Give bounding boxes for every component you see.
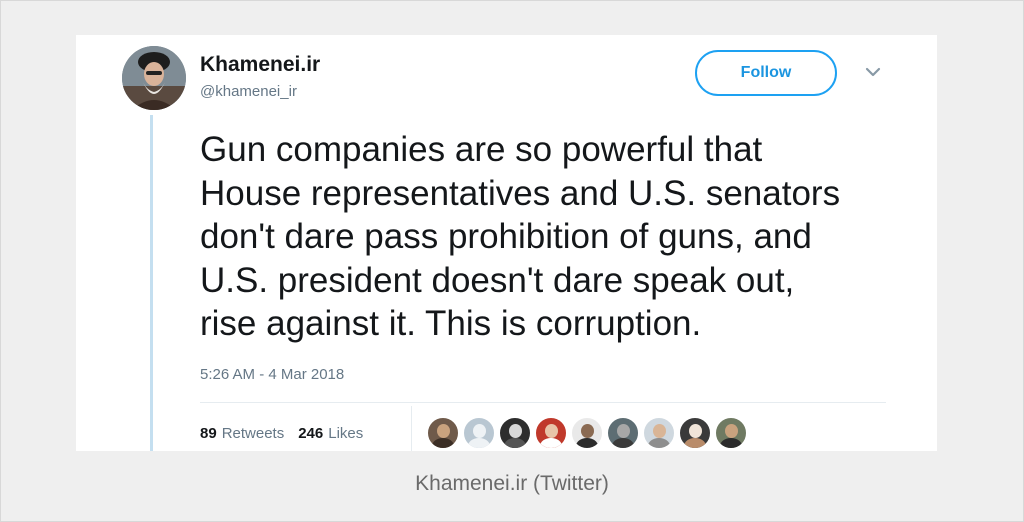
avatar[interactable] bbox=[122, 46, 186, 110]
retweets-count[interactable]: 89 bbox=[200, 425, 217, 442]
liker-face bbox=[617, 424, 630, 438]
thread-line bbox=[150, 115, 153, 451]
liker-body bbox=[504, 438, 526, 448]
liker-body bbox=[720, 438, 742, 448]
likes-label[interactable]: Likes bbox=[328, 425, 363, 442]
divider bbox=[200, 402, 886, 403]
liker-face bbox=[545, 424, 558, 438]
liker-avatar[interactable] bbox=[427, 417, 459, 449]
liker-avatar[interactable] bbox=[643, 417, 675, 449]
tweet-card: Khamenei.ir @khamenei_ir Follow Gun comp… bbox=[76, 35, 937, 451]
stats-separator bbox=[411, 406, 412, 451]
liker-avatar[interactable] bbox=[715, 417, 747, 449]
chevron-down-icon[interactable] bbox=[864, 63, 882, 81]
liker-body bbox=[612, 438, 634, 448]
avatar-portrait-icon bbox=[122, 46, 186, 110]
liker-avatar[interactable] bbox=[535, 417, 567, 449]
follow-button[interactable]: Follow bbox=[695, 50, 837, 96]
liker-body bbox=[648, 438, 670, 448]
author-handle[interactable]: @khamenei_ir bbox=[200, 83, 297, 100]
liker-avatar[interactable] bbox=[607, 417, 639, 449]
liker-avatar[interactable] bbox=[571, 417, 603, 449]
liker-face bbox=[437, 424, 450, 438]
author-name[interactable]: Khamenei.ir bbox=[200, 53, 320, 77]
liker-body bbox=[576, 438, 598, 448]
liker-avatar[interactable] bbox=[463, 417, 495, 449]
image-caption: Khamenei.ir (Twitter) bbox=[415, 472, 609, 495]
liker-face bbox=[653, 424, 666, 438]
liker-avatar[interactable] bbox=[679, 417, 711, 449]
liker-face bbox=[473, 424, 486, 438]
liker-body bbox=[540, 438, 562, 448]
liker-avatar[interactable] bbox=[499, 417, 531, 449]
liker-face bbox=[509, 424, 522, 438]
liker-face bbox=[689, 424, 702, 438]
tweet-text: Gun companies are so powerful that House… bbox=[200, 130, 841, 343]
liker-body bbox=[432, 438, 454, 448]
retweets-label[interactable]: Retweets bbox=[222, 425, 285, 442]
liker-face bbox=[581, 424, 594, 438]
liker-avatars bbox=[427, 417, 751, 449]
liker-body bbox=[684, 438, 706, 448]
tweet-stats: 89 Retweets 246 Likes bbox=[200, 425, 377, 442]
liker-face bbox=[725, 424, 738, 438]
liker-body bbox=[468, 438, 490, 448]
tweet-timestamp[interactable]: 5:26 AM - 4 Mar 2018 bbox=[200, 366, 344, 383]
likes-count[interactable]: 246 bbox=[298, 425, 323, 442]
